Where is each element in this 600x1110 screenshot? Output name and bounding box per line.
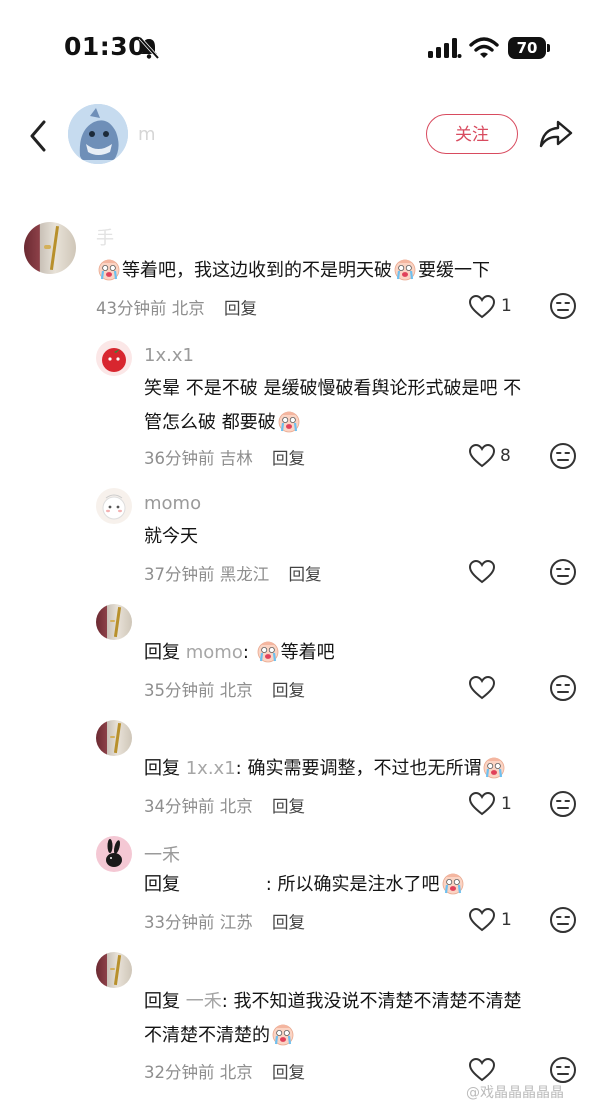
dislike-face-icon[interactable]	[549, 674, 577, 702]
dislike-face-icon[interactable]	[549, 906, 577, 934]
comment-location: 北京	[219, 1063, 253, 1082]
status-bar: 01:30 70	[0, 0, 600, 96]
heart-icon[interactable]	[468, 791, 496, 817]
heart-icon[interactable]	[468, 675, 496, 701]
dislike-face-icon[interactable]	[549, 1056, 577, 1084]
comment-meta: 35分钟前 北京 回复	[144, 677, 305, 701]
watermark-text: @戏晶晶晶晶晶	[466, 1085, 564, 1101]
cellular-signal-icon	[428, 38, 462, 58]
tomato-avatar-icon	[102, 348, 126, 372]
header-username[interactable]: m	[138, 124, 156, 145]
reply-target-username[interactable]: momo	[186, 642, 243, 663]
comment-text: 回复 : 所以确实是注水了吧	[144, 868, 466, 902]
like-count: 1	[501, 296, 512, 316]
wifi-icon	[469, 37, 499, 58]
dislike-face-icon[interactable]	[549, 790, 577, 818]
comment-location: 江苏	[219, 913, 253, 932]
crying-emoji-icon	[271, 1022, 295, 1046]
like-count: 1	[501, 794, 512, 814]
black-rabbit-avatar-icon	[106, 839, 122, 867]
comment-time: 35分钟前	[144, 681, 215, 700]
dislike-face-icon[interactable]	[549, 442, 577, 470]
comment-text: 回复 1x.x1: 确实需要调整，不过也无所谓	[144, 752, 507, 786]
comment-meta: 34分钟前 北京 回复	[144, 793, 305, 817]
shark-avatar-icon	[68, 104, 128, 164]
comment-time: 37分钟前	[144, 565, 215, 584]
comment-text: 就今天	[144, 526, 198, 547]
comment-meta: 37分钟前 黑龙江 回复	[144, 561, 322, 585]
comment-location: 北京	[219, 797, 253, 816]
heart-icon[interactable]	[468, 1057, 496, 1083]
comment-avatar[interactable]	[24, 222, 76, 274]
comment-time: 43分钟前	[96, 299, 167, 318]
crying-emoji-icon	[441, 871, 465, 895]
status-time: 01:30	[64, 32, 147, 61]
comment-location: 北京	[171, 299, 205, 318]
comment-text: 回复 一禾: 我不知道我没说不清楚不清楚不清楚 不清楚不清楚的	[144, 991, 522, 1046]
reply-button[interactable]: 回复	[272, 797, 305, 816]
back-arrow-icon[interactable]	[24, 116, 54, 156]
comment-text: 笑晕 不是不破 是缓破慢破看舆论形式破是吧 不 管怎么破 都要破	[144, 378, 522, 433]
comment-avatar[interactable]	[96, 952, 132, 988]
crying-emoji-icon	[97, 257, 121, 281]
comment-username[interactable]: momo	[144, 493, 201, 514]
comment-avatar[interactable]	[96, 340, 132, 376]
comment-username[interactable]: 1x.x1	[144, 345, 194, 366]
dislike-face-icon[interactable]	[549, 292, 577, 320]
battery-cap	[547, 44, 550, 52]
comment-avatar[interactable]	[96, 604, 132, 640]
comment-location: 吉林	[219, 449, 253, 468]
comment-meta: 33分钟前 江苏 回复	[144, 909, 305, 933]
heart-icon[interactable]	[468, 559, 496, 585]
heart-icon[interactable]	[468, 907, 496, 933]
reply-button[interactable]: 回复	[272, 449, 305, 468]
reply-button[interactable]: 回复	[272, 1063, 305, 1082]
cat-avatar-icon	[102, 494, 126, 520]
heart-icon[interactable]	[468, 294, 496, 320]
comment-avatar[interactable]	[96, 720, 132, 756]
like-count: 8	[500, 446, 511, 466]
comment-location: 北京	[219, 681, 253, 700]
crying-emoji-icon	[482, 755, 506, 779]
comment-username[interactable]: 一禾	[144, 841, 180, 867]
heart-icon[interactable]	[468, 443, 496, 469]
comment-location: 黑龙江	[219, 565, 270, 584]
comment-avatar[interactable]	[96, 836, 132, 872]
comment-time: 34分钟前	[144, 797, 215, 816]
follow-button[interactable]: 关注	[426, 114, 518, 154]
battery-indicator: 70	[508, 37, 546, 59]
comment-avatar[interactable]	[96, 488, 132, 524]
like-count: 1	[501, 910, 512, 930]
crying-emoji-icon	[256, 639, 280, 663]
comment-text: 等着吧，我这边收到的不是明天破 要缓一下	[96, 254, 566, 288]
bell-muted-icon	[138, 36, 160, 60]
reply-button[interactable]: 回复	[272, 913, 305, 932]
header-avatar[interactable]	[68, 104, 128, 164]
reply-button[interactable]: 回复	[272, 681, 305, 700]
crying-emoji-icon	[393, 257, 417, 281]
comment-text: 回复 momo: 等着吧	[144, 636, 335, 670]
comment-time: 32分钟前	[144, 1063, 215, 1082]
crying-emoji-icon	[277, 409, 301, 433]
comment-time: 33分钟前	[144, 913, 215, 932]
share-arrow-icon[interactable]	[538, 116, 574, 152]
comment-username[interactable]: 手	[96, 224, 118, 250]
comment-meta: 36分钟前 吉林 回复	[144, 445, 305, 469]
dislike-face-icon[interactable]	[549, 558, 577, 586]
reply-button[interactable]: 回复	[224, 299, 257, 318]
reply-button[interactable]: 回复	[289, 565, 322, 584]
comment-meta: 43分钟前 北京 回复	[96, 295, 257, 319]
reply-target-username[interactable]: 一禾	[186, 991, 222, 1012]
comment-meta: 32分钟前 北京 回复	[144, 1059, 305, 1083]
comment-time: 36分钟前	[144, 449, 215, 468]
reply-target-username[interactable]: 1x.x1	[186, 758, 236, 779]
